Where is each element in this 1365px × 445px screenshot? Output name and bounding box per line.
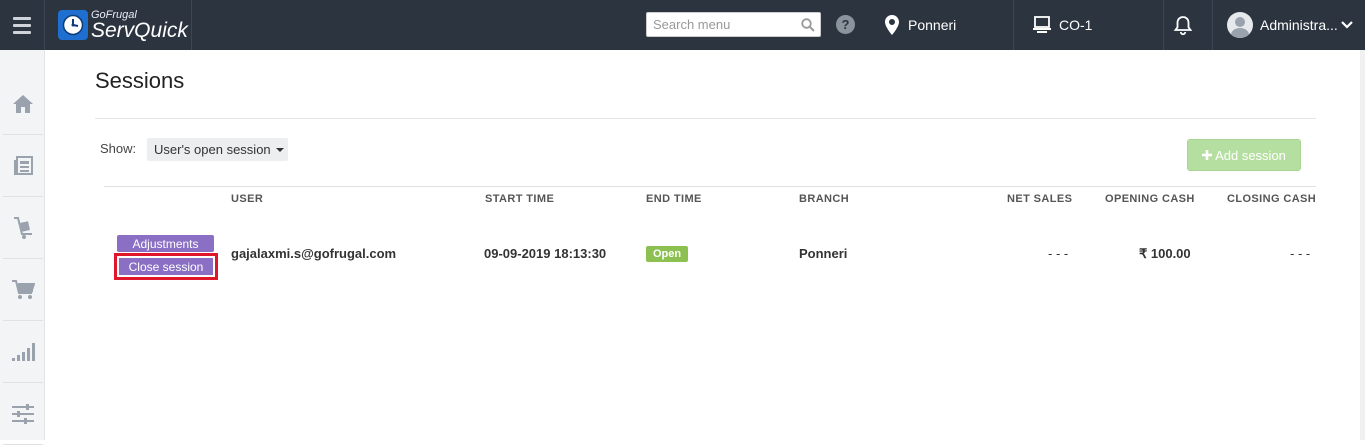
settings-icon: [12, 403, 34, 424]
cart-icon: [12, 279, 35, 299]
cell-start-time: 09-09-2019 18:13:30: [484, 246, 607, 261]
divider: [1013, 0, 1014, 50]
sidebar-item-cart[interactable]: [3, 259, 43, 321]
user-menu[interactable]: Administra...: [1227, 0, 1353, 50]
divider: [95, 118, 1316, 119]
close-session-highlight: Close session: [114, 253, 218, 280]
column-header-branch[interactable]: BRANCH: [799, 193, 849, 205]
clock-logo-icon: [58, 10, 88, 40]
menu-icon[interactable]: [0, 0, 45, 50]
sidebar-item-inventory[interactable]: [3, 197, 43, 259]
session-filter-value: User's open session: [154, 142, 271, 157]
computer-icon: [1033, 16, 1051, 33]
avatar: [1227, 12, 1253, 38]
cell-net-sales: - - -: [1048, 246, 1069, 261]
column-header-opening-cash[interactable]: OPENING CASH: [1105, 193, 1195, 205]
session-filter-dropdown[interactable]: User's open session: [147, 138, 288, 161]
sidebar-item-catalog[interactable]: [3, 135, 43, 197]
add-session-label: Add session: [1215, 147, 1286, 163]
brand-name: GoFrugal ServQuick: [91, 9, 188, 42]
adjustments-button[interactable]: Adjustments: [117, 235, 214, 252]
bell-icon[interactable]: [1172, 14, 1194, 41]
add-session-button[interactable]: Add session: [1187, 139, 1301, 171]
divider: [1163, 0, 1164, 50]
inventory-icon: [14, 216, 32, 239]
scrollbar[interactable]: [1360, 50, 1365, 440]
brand-logo[interactable]: GoFrugal ServQuick: [45, 0, 192, 50]
chevron-down-icon: [1341, 21, 1353, 29]
reports-icon: [12, 342, 35, 361]
top-bar: GoFrugal ServQuick ? Ponneri CO-1: [0, 0, 1365, 50]
user-name: Administra...: [1260, 17, 1338, 33]
page-title: Sessions: [95, 68, 185, 93]
search-box: [646, 12, 821, 37]
branch-name: Ponneri: [908, 17, 957, 33]
sidebar-item-home[interactable]: [3, 73, 43, 135]
show-label: Show:: [100, 141, 137, 156]
column-header-user[interactable]: USER: [231, 193, 263, 205]
column-header-closing-cash[interactable]: CLOSING CASH: [1227, 193, 1316, 205]
search-menu-input[interactable]: [647, 13, 795, 36]
cell-opening-cash: ₹ 100.00: [1139, 246, 1191, 261]
sidebar-item-reports[interactable]: [3, 321, 43, 383]
close-session-button[interactable]: Close session: [119, 258, 213, 275]
table-top-border: [104, 186, 1316, 187]
counter-selector[interactable]: CO-1: [1032, 0, 1092, 50]
cell-branch: Ponneri: [799, 246, 848, 261]
sidebar: [0, 50, 45, 445]
search-icon[interactable]: [801, 18, 815, 37]
status-badge: Open: [646, 246, 688, 262]
location-pin-icon: [885, 15, 899, 35]
cell-closing-cash: - - -: [1290, 246, 1311, 261]
column-header-start-time[interactable]: START TIME: [485, 193, 554, 205]
catalog-icon: [14, 155, 33, 175]
branch-selector[interactable]: Ponneri: [885, 0, 956, 50]
sidebar-item-settings[interactable]: [3, 383, 43, 445]
plus-icon: [1202, 150, 1213, 160]
column-header-net-sales[interactable]: NET SALES: [1007, 193, 1072, 205]
home-icon: [13, 94, 33, 113]
help-icon[interactable]: ?: [836, 15, 855, 34]
brand-big-text: ServQuick: [91, 18, 188, 42]
divider: [1212, 0, 1213, 50]
counter-name: CO-1: [1059, 17, 1093, 33]
column-header-end-time[interactable]: END TIME: [646, 193, 702, 205]
cell-user: gajalaxmi.s@gofrugal.com: [231, 246, 397, 261]
caret-down-icon: [275, 148, 284, 152]
